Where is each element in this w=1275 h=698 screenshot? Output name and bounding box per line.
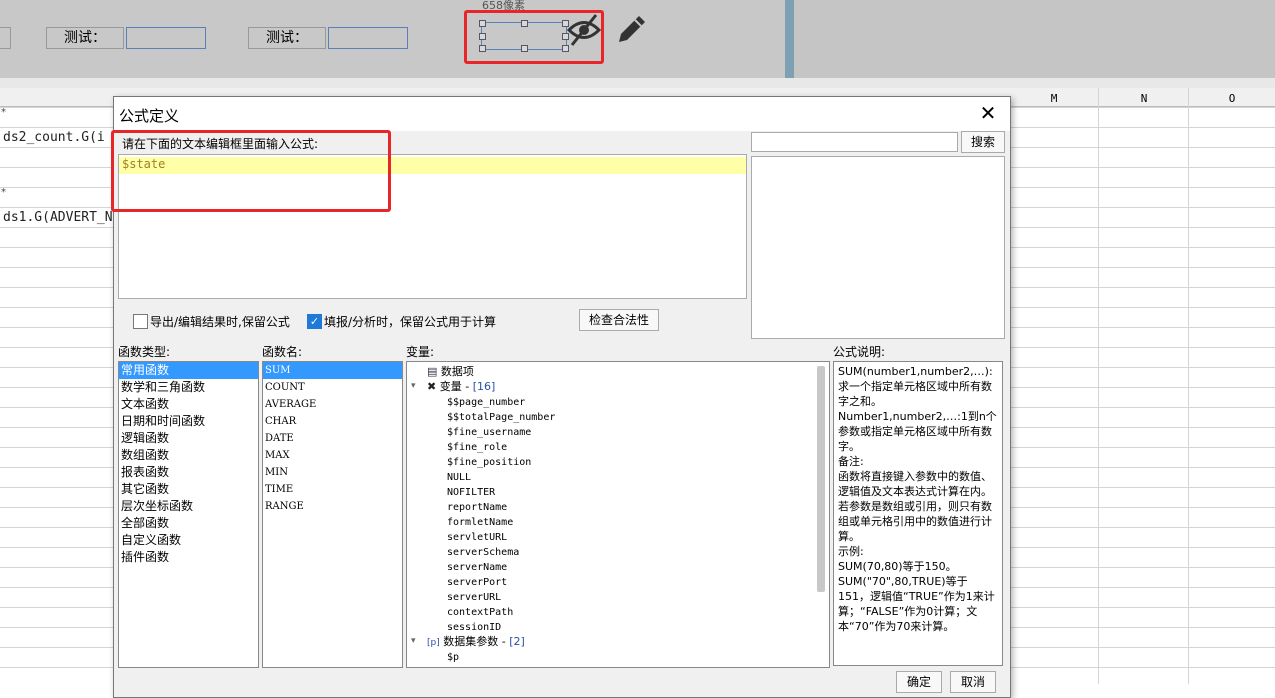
check-validity-button[interactable]: 检查合法性: [579, 309, 659, 331]
highlight-box-widget: [464, 10, 604, 64]
description-line: SUM(70,80)等于150。: [838, 560, 957, 573]
highlight-box-formula: [111, 130, 391, 212]
function-type-item[interactable]: 层次坐标函数: [119, 498, 258, 515]
function-name-list[interactable]: SUM COUNT AVERAGE CHAR DATE MAX MIN TIME RANGE: [262, 361, 403, 668]
dialog-title: 公式定义: [119, 107, 180, 125]
description-line: SUM("70",80,TRUE)等于151，逻辑值“TRUE”作为1来计算；“…: [838, 575, 995, 633]
search-results-pane[interactable]: [751, 156, 1005, 339]
tree-item-variable[interactable]: contextPath: [407, 604, 817, 619]
grid-column-line: [1188, 88, 1189, 684]
function-name-item[interactable]: CHAR: [263, 413, 402, 430]
designer-canvas-right: [794, 0, 1275, 78]
field-fragment: [0, 27, 11, 49]
ok-button[interactable]: 确定: [896, 671, 942, 693]
function-type-item[interactable]: 插件函数: [119, 549, 258, 566]
dialog-titlebar: 公式定义 ✕: [114, 97, 1010, 131]
tree-item-variable[interactable]: serverName: [407, 559, 817, 574]
tree-item-variable[interactable]: serverSchema: [407, 544, 817, 559]
grid-column-line: [1098, 88, 1099, 684]
function-types-label: 函数类型:: [118, 345, 171, 359]
function-name-item[interactable]: SUM: [263, 362, 402, 379]
function-name-item[interactable]: MAX: [263, 447, 402, 464]
function-type-item[interactable]: 其它函数: [119, 481, 258, 498]
cell-formula-1[interactable]: ds2_count.G(i: [3, 130, 105, 145]
tree-item-dataset-params[interactable]: ▾ [p] 数据集参数 - [2]: [407, 634, 817, 649]
close-icon[interactable]: ✕: [976, 101, 1000, 125]
function-type-item[interactable]: 逻辑函数: [119, 430, 258, 447]
function-type-item[interactable]: 日期和时间函数: [119, 413, 258, 430]
tree-item-variable[interactable]: serverURL: [407, 589, 817, 604]
function-type-item[interactable]: 常用函数: [119, 362, 258, 379]
description-line: Number1,number2,…:1到n个参数或指定单元格区域中所有数字。: [838, 410, 997, 453]
test-label-2[interactable]: 测试：: [248, 27, 326, 49]
tree-item-variables[interactable]: ▾ ✖ 变量 - [16]: [407, 379, 817, 394]
description-line: 备注:: [838, 455, 864, 468]
function-names-label: 函数名:: [262, 345, 303, 359]
description-line: 示例:: [838, 545, 864, 558]
tree-item-variable[interactable]: formletName: [407, 514, 817, 529]
tree-item-dataset-param[interactable]: $p: [407, 649, 817, 664]
tree-item-variable[interactable]: $$page_number: [407, 394, 817, 409]
fill-keep-formula-label: 填报/分析时，保留公式用于计算: [324, 315, 497, 329]
pencil-icon[interactable]: [615, 12, 649, 46]
cell-marker: *: [1, 187, 6, 198]
tree-item-variable[interactable]: sessionID: [407, 619, 817, 634]
search-input[interactable]: [751, 132, 958, 152]
tree-item-variable[interactable]: NULL: [407, 469, 817, 484]
description-line: SUM(number1,number2,…):求一个指定单元格区域中所有数字之和…: [838, 365, 993, 408]
tree-item-variable[interactable]: reportName: [407, 499, 817, 514]
description-lines: SUM(number1,number2,…):求一个指定单元格区域中所有数字之和…: [838, 364, 998, 634]
scroll-strip: [785, 0, 794, 78]
export-keep-formula-label: 导出/编辑结果时,保留公式: [150, 315, 290, 329]
cell-formula-2[interactable]: ds1.G(ADVERT_N: [3, 210, 113, 225]
search-button[interactable]: 搜索: [961, 131, 1005, 153]
function-name-item[interactable]: TIME: [263, 481, 402, 498]
variable-tree-content: ▤ 数据项 ▾ ✖ 变量 - [16] $$page_number $$totalPag…: [407, 362, 817, 664]
tree-item-variable[interactable]: $fine_username: [407, 424, 817, 439]
column-header-n[interactable]: N: [1099, 88, 1189, 107]
fill-keep-formula-checkbox[interactable]: ✓: [307, 314, 322, 329]
column-header-m[interactable]: M: [1009, 88, 1099, 107]
test-field-2[interactable]: [328, 27, 408, 49]
tree-item-variable[interactable]: $fine_position: [407, 454, 817, 469]
export-keep-formula-checkbox[interactable]: [133, 314, 148, 329]
tree-item-variable[interactable]: NOFILTER: [407, 484, 817, 499]
tree-item-variable[interactable]: $fine_role: [407, 439, 817, 454]
function-name-item[interactable]: MIN: [263, 464, 402, 481]
function-type-item[interactable]: 报表函数: [119, 464, 258, 481]
tree-item-variable[interactable]: $$totalPage_number: [407, 409, 817, 424]
tree-item-variable[interactable]: serverPort: [407, 574, 817, 589]
function-name-item[interactable]: AVERAGE: [263, 396, 402, 413]
cell-marker: *: [1, 107, 6, 118]
function-type-item[interactable]: 数组函数: [119, 447, 258, 464]
test-label-1[interactable]: 测试：: [46, 27, 124, 49]
variables-label: 变量:: [406, 345, 435, 359]
function-name-item[interactable]: DATE: [263, 430, 402, 447]
function-type-item[interactable]: 自定义函数: [119, 532, 258, 549]
tree-item-data-items[interactable]: ▤ 数据项: [407, 364, 817, 379]
scrollbar-thumb[interactable]: [817, 366, 825, 592]
column-header-o[interactable]: O: [1189, 88, 1275, 107]
variable-tree[interactable]: ▤ 数据项 ▾ ✖ 变量 - [16] $$page_number $$totalPag…: [406, 361, 830, 668]
function-type-item[interactable]: 文本函数: [119, 396, 258, 413]
function-type-list[interactable]: 常用函数 数学和三角函数 文本函数 日期和时间函数 逻辑函数 数组函数 报表函数 其它函数 层次…: [118, 361, 259, 668]
function-type-item[interactable]: 全部函数: [119, 515, 258, 532]
description-label: 公式说明:: [833, 345, 886, 359]
cancel-button[interactable]: 取消: [950, 671, 996, 693]
test-field-1[interactable]: [126, 27, 206, 49]
sheet-gap: [0, 78, 1275, 88]
description-line: 函数将直接键入参数中的数值、逻辑值及文本表达式计算在内。若参数是数组或引用，则只…: [838, 470, 992, 543]
function-type-item[interactable]: 数学和三角函数: [119, 379, 258, 396]
function-name-item[interactable]: RANGE: [263, 498, 402, 515]
tree-item-variable[interactable]: servletURL: [407, 529, 817, 544]
function-name-item[interactable]: COUNT: [263, 379, 402, 396]
formula-description: SUM(number1,number2,…):求一个指定单元格区域中所有数字之和…: [833, 361, 1003, 666]
